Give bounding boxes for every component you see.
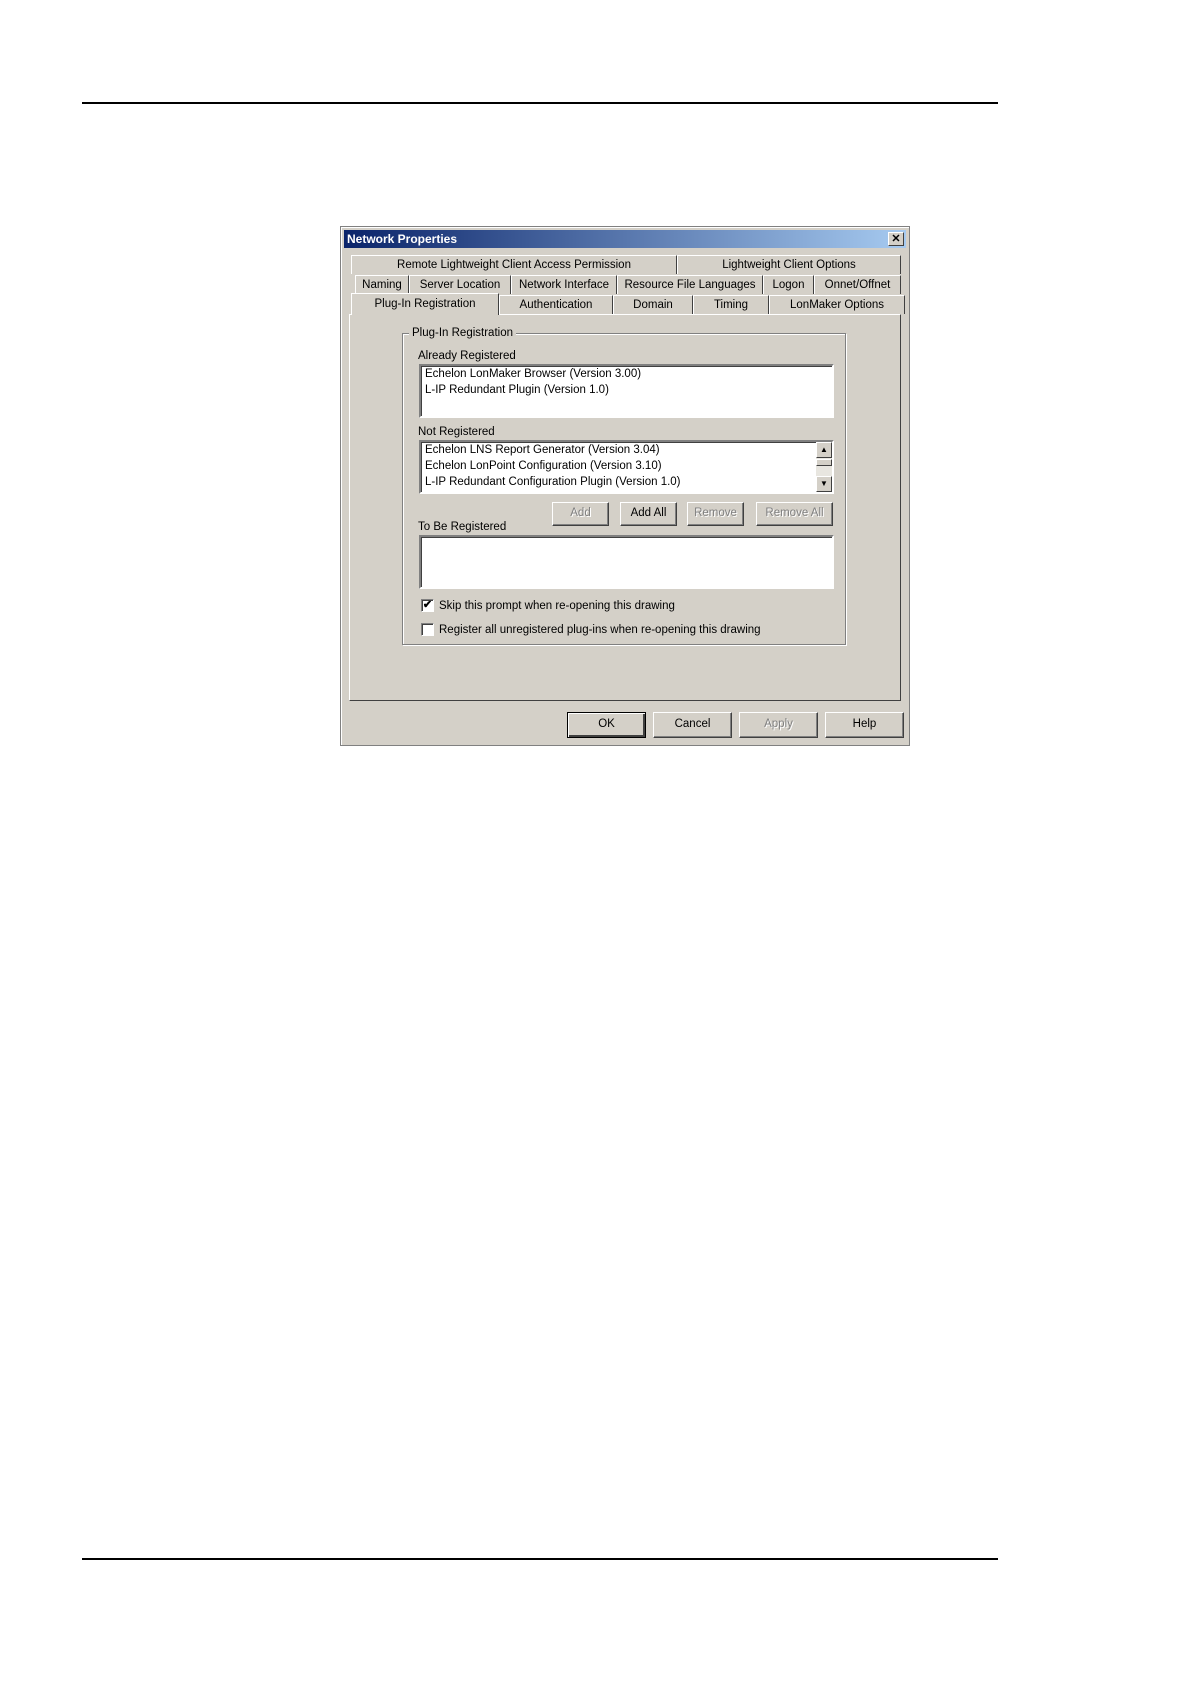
list-item[interactable]: Echelon LonMaker Browser (Version 3.00): [421, 366, 832, 382]
register-all-checkbox[interactable]: [421, 623, 434, 636]
tab-naming[interactable]: Naming: [355, 275, 409, 294]
list-item[interactable]: L-IP Redundant Configuration Plugin (Ver…: [421, 474, 832, 490]
close-button[interactable]: ✕: [888, 232, 904, 246]
ok-button[interactable]: OK: [567, 712, 646, 738]
not-registered-scrollbar[interactable]: ▲ ▼: [816, 442, 832, 492]
tab-domain[interactable]: Domain: [613, 295, 693, 314]
network-properties-dialog: Network Properties ✕ Remote Lightweight …: [340, 226, 910, 746]
tab-authentication[interactable]: Authentication: [499, 295, 613, 314]
register-all-label: Register all unregistered plug-ins when …: [439, 624, 761, 636]
page-header-rule: [82, 102, 998, 104]
tab-lightweight-client-options[interactable]: Lightweight Client Options: [677, 255, 901, 274]
scroll-up-icon: ▲: [820, 445, 828, 454]
close-icon: ✕: [891, 233, 901, 245]
not-registered-label: Not Registered: [418, 426, 495, 438]
scroll-down-button[interactable]: ▼: [816, 476, 832, 492]
skip-prompt-label: Skip this prompt when re-opening this dr…: [439, 600, 675, 612]
scroll-up-button[interactable]: ▲: [816, 442, 832, 458]
list-item[interactable]: Echelon LonPoint Configuration (Version …: [421, 458, 832, 474]
tab-network-interface[interactable]: Network Interface: [511, 275, 617, 294]
not-registered-list[interactable]: Echelon LNS Report Generator (Version 3.…: [419, 440, 834, 494]
tab-onnet-offnet[interactable]: Onnet/Offnet: [814, 275, 901, 294]
tab-remote-lightweight-client-access-permission[interactable]: Remote Lightweight Client Access Permiss…: [351, 255, 677, 274]
help-button[interactable]: Help: [825, 712, 904, 738]
to-be-registered-label: To Be Registered: [418, 521, 507, 533]
remove-all-button[interactable]: Remove All: [756, 502, 833, 526]
list-item[interactable]: Echelon LNS Report Generator (Version 3.…: [421, 442, 832, 458]
tab-timing[interactable]: Timing: [693, 295, 769, 314]
to-be-registered-list[interactable]: [419, 535, 834, 589]
add-all-button[interactable]: Add All: [620, 502, 677, 526]
tab-plug-in-registration[interactable]: Plug-In Registration: [351, 293, 499, 315]
dialog-titlebar: Network Properties ✕: [344, 230, 906, 248]
scroll-down-icon: ▼: [820, 479, 828, 488]
tab-logon[interactable]: Logon: [763, 275, 814, 294]
dialog-title: Network Properties: [347, 232, 458, 246]
remove-button[interactable]: Remove: [687, 502, 744, 526]
add-button[interactable]: Add: [552, 502, 609, 526]
tab-resource-file-languages[interactable]: Resource File Languages: [617, 275, 763, 294]
list-item[interactable]: L-IP Redundant Plugin (Version 1.0): [421, 382, 832, 398]
scroll-thumb[interactable]: [816, 459, 832, 466]
cancel-button[interactable]: Cancel: [653, 712, 732, 738]
apply-button[interactable]: Apply: [739, 712, 818, 738]
check-icon: ✔: [422, 599, 433, 611]
already-registered-label: Already Registered: [418, 350, 516, 362]
tab-server-location[interactable]: Server Location: [409, 275, 511, 294]
tab-lonmaker-options[interactable]: LonMaker Options: [769, 295, 905, 314]
plugin-registration-group-title: Plug-In Registration: [409, 326, 516, 340]
skip-prompt-checkbox[interactable]: ✔: [421, 599, 434, 612]
page-footer-rule: [82, 1558, 998, 1560]
already-registered-list[interactable]: Echelon LonMaker Browser (Version 3.00) …: [419, 364, 834, 418]
